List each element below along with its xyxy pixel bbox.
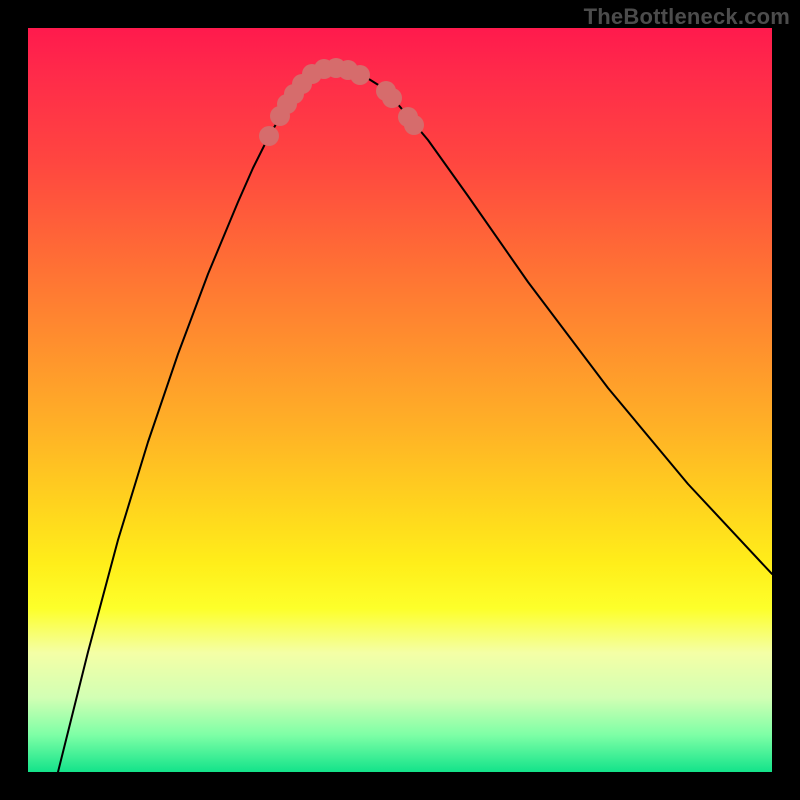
- highlight-dot: [382, 88, 402, 108]
- watermark-text: TheBottleneck.com: [584, 4, 790, 30]
- chart-svg: [28, 28, 772, 772]
- highlight-dot: [259, 126, 279, 146]
- highlight-dot: [404, 115, 424, 135]
- highlight-dot: [350, 65, 370, 85]
- bottleneck-curve: [58, 68, 772, 772]
- outer-frame: TheBottleneck.com: [0, 0, 800, 800]
- plot-area: [28, 28, 772, 772]
- highlight-dots: [259, 58, 424, 146]
